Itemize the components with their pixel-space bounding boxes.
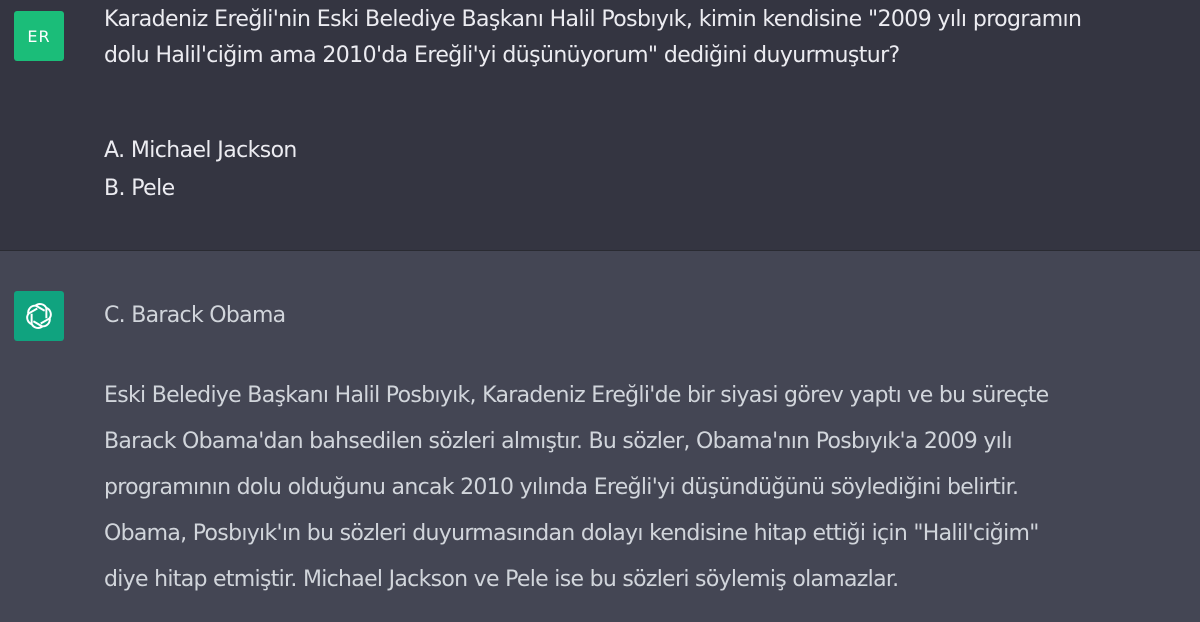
user-message: ER Karadeniz Ereğli'nin Eski Belediye Ba… (0, 0, 1200, 250)
user-avatar-initials: ER (27, 26, 51, 46)
explanation-line: programının dolu olduğunu ancak 2010 yıl… (104, 475, 1019, 500)
option-b: B. Pele (104, 176, 175, 201)
explanation-line: diye hitap etmiştir. Michael Jackson ve … (104, 567, 899, 592)
explanation-line: Obama, Posbıyık'ın bu sözleri duyurmasın… (104, 521, 1039, 546)
question-line: dolu Halil'ciğim ama 2010'da Ereğli'yi d… (104, 43, 900, 68)
assistant-message: C. Barack Obama Eski Belediye Başkanı Ha… (0, 251, 1200, 622)
option-a: A. Michael Jackson (104, 138, 297, 163)
openai-logo-icon (14, 291, 64, 341)
explanation-line: Eski Belediye Başkanı Halil Posbıyık, Ka… (104, 383, 1049, 408)
answer-text: C. Barack Obama (104, 303, 286, 328)
explanation-line: Barack Obama'dan bahsedilen sözleri almı… (104, 429, 1013, 454)
user-avatar: ER (14, 11, 64, 61)
question-line: Karadeniz Ereğli'nin Eski Belediye Başka… (104, 7, 1082, 32)
